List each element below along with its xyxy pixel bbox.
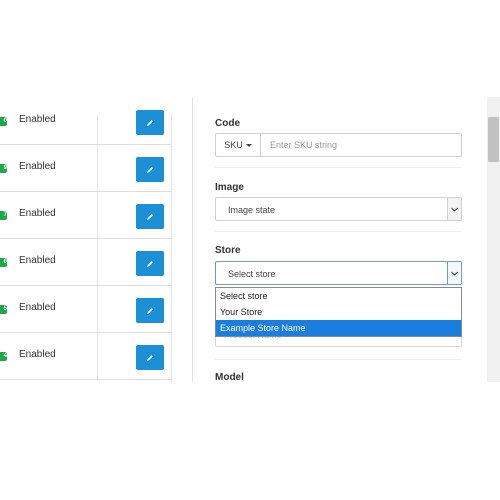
sku-input[interactable] xyxy=(261,134,461,156)
count-badge: 4 xyxy=(0,352,7,361)
store-option[interactable]: Example Store Name xyxy=(216,320,461,336)
edit-button[interactable] xyxy=(136,345,164,370)
scrollbar-thumb[interactable] xyxy=(488,117,499,162)
count-badge: 9 xyxy=(0,164,7,173)
edit-button[interactable] xyxy=(136,157,164,182)
table-row: 4 Enabled xyxy=(0,332,172,380)
status-text: Enabled xyxy=(19,349,56,360)
edit-button[interactable] xyxy=(136,110,164,135)
count-badge: 5 xyxy=(0,305,7,314)
pencil-icon xyxy=(147,213,153,220)
chevron-down-icon xyxy=(447,198,461,220)
table-row: 7 Enabled xyxy=(0,191,172,239)
count-badge: 0 xyxy=(0,117,7,126)
sku-dropdown-button[interactable]: SKU xyxy=(216,134,261,156)
model-label: Model xyxy=(215,372,244,382)
pencil-icon xyxy=(147,119,153,126)
pencil-icon xyxy=(147,354,153,361)
pencil-icon xyxy=(147,307,153,314)
store-select-value: Select store xyxy=(228,269,276,279)
status-text: Enabled xyxy=(19,302,56,313)
code-input-group: SKU xyxy=(215,133,462,157)
image-label: Image xyxy=(215,182,244,193)
image-select[interactable]: Image state xyxy=(215,197,462,221)
table-row: 0 Enabled xyxy=(0,238,172,286)
divider xyxy=(215,167,462,168)
pencil-icon xyxy=(147,260,153,267)
code-label: Code xyxy=(215,118,240,129)
status-text: Enabled xyxy=(19,161,56,172)
status-text: Enabled xyxy=(19,255,56,266)
status-text: Enabled xyxy=(19,114,56,125)
store-option[interactable]: Select store xyxy=(216,288,461,304)
sku-addon-label: SKU xyxy=(224,140,243,150)
product-name-input[interactable] xyxy=(215,337,462,347)
table-row: 0 Enabled xyxy=(0,97,172,145)
edit-button[interactable] xyxy=(136,298,164,323)
edit-button[interactable] xyxy=(136,204,164,229)
store-dropdown-list: Select store Your Store Example Store Na… xyxy=(215,287,462,337)
screen-area: 0 Enabled 9 Enabled 7 Enabled 0 Enabled xyxy=(0,97,500,382)
store-select[interactable]: Select store xyxy=(215,261,462,285)
chevron-down-icon xyxy=(447,262,461,284)
store-option[interactable]: Your Store xyxy=(216,304,461,320)
divider xyxy=(215,231,462,232)
store-label: Store xyxy=(215,245,241,256)
count-badge: 0 xyxy=(0,258,7,267)
count-badge: 7 xyxy=(0,211,7,220)
product-table: 0 Enabled 9 Enabled 7 Enabled 0 Enabled xyxy=(0,97,176,382)
table-row: 9 Enabled xyxy=(0,144,172,192)
filter-form: Code SKU Image Image state Store Select … xyxy=(192,97,488,382)
edit-button[interactable] xyxy=(136,251,164,276)
scrollbar[interactable] xyxy=(487,97,500,382)
divider xyxy=(215,359,462,360)
table-row: 5 Enabled xyxy=(0,285,172,333)
caret-down-icon xyxy=(245,143,252,147)
pencil-icon xyxy=(147,166,153,173)
image-select-value: Image state xyxy=(228,205,276,215)
status-text: Enabled xyxy=(19,208,56,219)
